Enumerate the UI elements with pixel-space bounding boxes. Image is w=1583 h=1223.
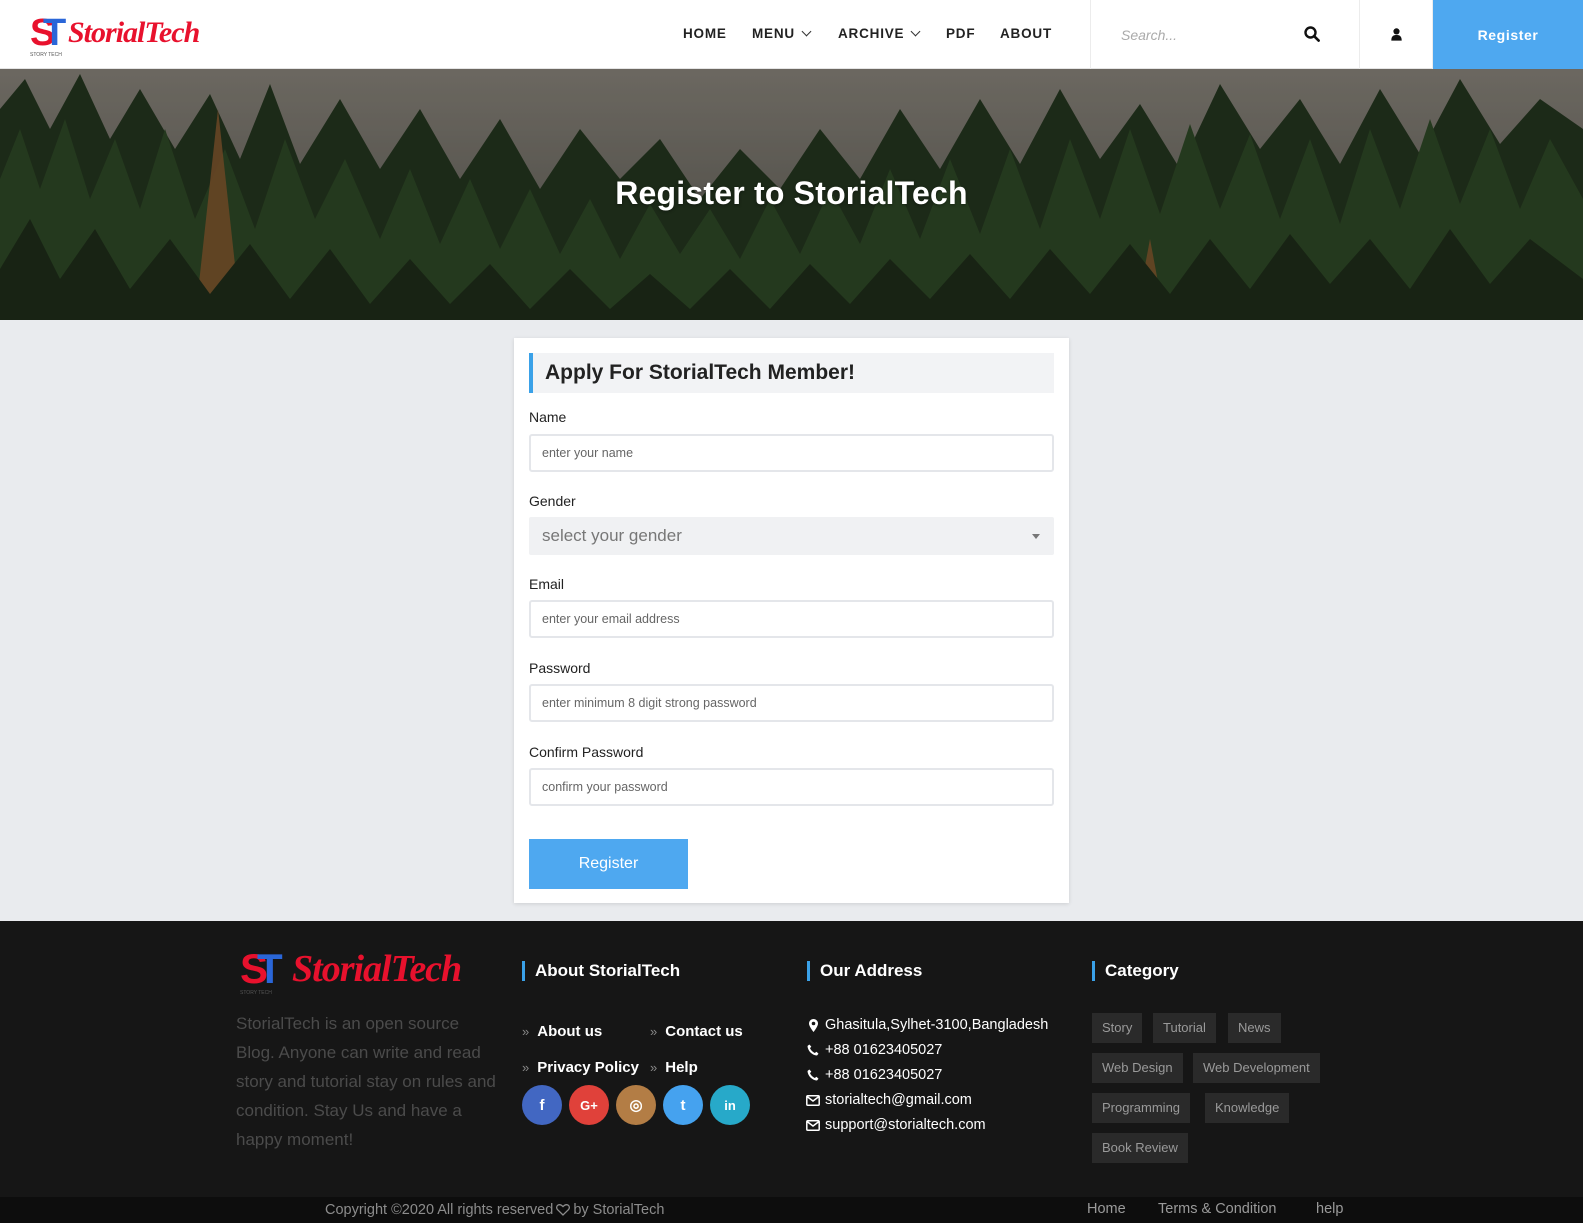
- confirm-password-label: Confirm Password: [529, 744, 644, 760]
- chevron-down-icon: [910, 26, 921, 37]
- user-icon: [1391, 28, 1402, 41]
- hero-banner: Register to StorialTech: [0, 69, 1583, 320]
- logo-mark-small: STORY TECH: [240, 990, 272, 996]
- email-line-1[interactable]: storialtech@gmail.com: [806, 1092, 972, 1108]
- footer-about-heading: About StorialTech: [522, 961, 680, 981]
- nav-menu-label: MENU: [752, 26, 795, 41]
- email-line-2[interactable]: support@storialtech.com: [806, 1117, 986, 1133]
- name-label: Name: [529, 409, 567, 425]
- category-tag-book-review[interactable]: Book Review: [1092, 1133, 1188, 1163]
- phone-line-2[interactable]: +88 01623405027: [806, 1067, 942, 1083]
- copyright-pre: Copyright ©2020 All rights reserved: [325, 1202, 554, 1218]
- instagram-icon[interactable]: ◎: [616, 1085, 656, 1125]
- bottom-link-help[interactable]: help: [1316, 1196, 1343, 1222]
- footer-about-text: StorialTech is an open source Blog. Anyo…: [236, 1014, 496, 1149]
- category-tag-news[interactable]: News: [1228, 1013, 1281, 1043]
- page-title: Register to StorialTech: [615, 175, 968, 211]
- phone-line-1[interactable]: +88 01623405027: [806, 1042, 942, 1058]
- envelope-icon: [806, 1094, 820, 1106]
- double-chevron-right-icon: »: [522, 1060, 530, 1075]
- linkedin-icon[interactable]: in: [710, 1085, 750, 1125]
- heart-icon: [556, 1204, 571, 1216]
- logo-mark-small: STORY TECH: [30, 52, 62, 58]
- footer-logo[interactable]: S T STORY TECH StorialTech: [240, 945, 462, 996]
- user-account-button[interactable]: [1360, 0, 1433, 69]
- footer-link-help-label: Help: [665, 1059, 698, 1076]
- footer-link-privacy-policy[interactable]: » Privacy Policy: [522, 1059, 639, 1076]
- footer-link-contact-us-label: Contact us: [665, 1023, 743, 1040]
- name-input[interactable]: [529, 434, 1054, 472]
- email-label: Email: [529, 576, 565, 592]
- category-tag-web-design[interactable]: Web Design: [1092, 1053, 1183, 1083]
- search-icon[interactable]: [1304, 26, 1320, 42]
- gender-label: Gender: [529, 493, 576, 509]
- google-plus-icon[interactable]: G+: [569, 1085, 609, 1125]
- nav-pdf[interactable]: PDF: [946, 26, 975, 41]
- copyright-text: Copyright ©2020 All rights reserved by S…: [325, 1197, 664, 1223]
- password-label: Password: [529, 660, 591, 676]
- email-text-2: support@storialtech.com: [825, 1117, 986, 1133]
- confirm-password-input[interactable]: [529, 768, 1054, 806]
- footer-link-about-us-label: About us: [537, 1023, 603, 1040]
- logo-mark: S T STORY TECH: [240, 945, 290, 996]
- envelope-icon: [806, 1119, 820, 1131]
- email-input[interactable]: [529, 600, 1054, 638]
- category-tag-knowledge[interactable]: Knowledge: [1205, 1093, 1290, 1123]
- nav-menu[interactable]: MENU: [752, 26, 812, 41]
- form-title: Apply For StorialTech Member!: [529, 353, 1054, 393]
- password-input[interactable]: [529, 684, 1054, 722]
- twitter-icon[interactable]: t: [663, 1085, 703, 1125]
- search-input[interactable]: [1121, 24, 1291, 46]
- logo-text: StorialTech: [292, 948, 462, 990]
- nav-home[interactable]: HOME: [683, 26, 727, 41]
- address-line: Ghasitula,Sylhet-3100,Bangladesh: [806, 1017, 1048, 1033]
- category-tag-programming[interactable]: Programming: [1092, 1093, 1191, 1123]
- category-tag-web-development[interactable]: Web Development: [1193, 1053, 1320, 1083]
- double-chevron-right-icon: »: [650, 1060, 658, 1075]
- double-chevron-right-icon: »: [650, 1024, 658, 1039]
- footer-link-contact-us[interactable]: » Contact us: [650, 1023, 743, 1040]
- logo-mark-t: T: [257, 945, 283, 992]
- nav-archive-label: ARCHIVE: [838, 26, 905, 41]
- register-submit-button[interactable]: Register: [529, 839, 688, 889]
- chevron-down-icon: [801, 26, 812, 37]
- registration-card: Apply For StorialTech Member! Name Gende…: [514, 338, 1069, 903]
- email-text-1: storialtech@gmail.com: [825, 1092, 972, 1108]
- footer-category-heading: Category: [1092, 961, 1179, 981]
- double-chevron-right-icon: »: [522, 1024, 530, 1039]
- caret-down-icon: [1032, 534, 1040, 539]
- footer-address-heading: Our Address: [807, 961, 922, 981]
- nav-about[interactable]: ABOUT: [1000, 26, 1052, 41]
- site-footer: S T STORY TECH StorialTech StorialTech i…: [0, 921, 1583, 1223]
- bottom-link-home[interactable]: Home: [1087, 1196, 1126, 1222]
- logo-mark: S T STORY TECH: [30, 11, 67, 58]
- gender-select-value: select your gender: [542, 526, 682, 545]
- address-text: Ghasitula,Sylhet-3100,Bangladesh: [825, 1017, 1049, 1033]
- copyright-post: by StorialTech: [573, 1202, 665, 1218]
- phone-icon: [806, 1044, 820, 1056]
- phone-text-1: +88 01623405027: [825, 1042, 943, 1058]
- logo-text: StorialTech: [68, 16, 200, 49]
- footer-link-privacy-label: Privacy Policy: [537, 1059, 639, 1076]
- map-marker-icon: [806, 1018, 820, 1032]
- footer-bottom-bar: [0, 1197, 1583, 1223]
- footer-link-help[interactable]: » Help: [650, 1059, 698, 1076]
- phone-text-2: +88 01623405027: [825, 1067, 943, 1083]
- site-logo[interactable]: S T STORY TECH StorialTech: [30, 10, 200, 58]
- header-register-button[interactable]: Register: [1433, 0, 1583, 69]
- facebook-icon[interactable]: f: [522, 1085, 562, 1125]
- phone-icon: [806, 1069, 820, 1081]
- category-tag-tutorial[interactable]: Tutorial: [1153, 1013, 1216, 1043]
- site-header: S T STORY TECH StorialTech HOME MENU ARC…: [0, 0, 1583, 69]
- logo-mark-t: T: [43, 12, 67, 54]
- category-tag-story[interactable]: Story: [1092, 1013, 1143, 1043]
- footer-link-about-us[interactable]: » About us: [522, 1023, 602, 1040]
- gender-select[interactable]: select your gender: [529, 517, 1054, 555]
- nav-archive[interactable]: ARCHIVE: [838, 26, 921, 41]
- bottom-link-terms[interactable]: Terms & Condition: [1158, 1196, 1276, 1222]
